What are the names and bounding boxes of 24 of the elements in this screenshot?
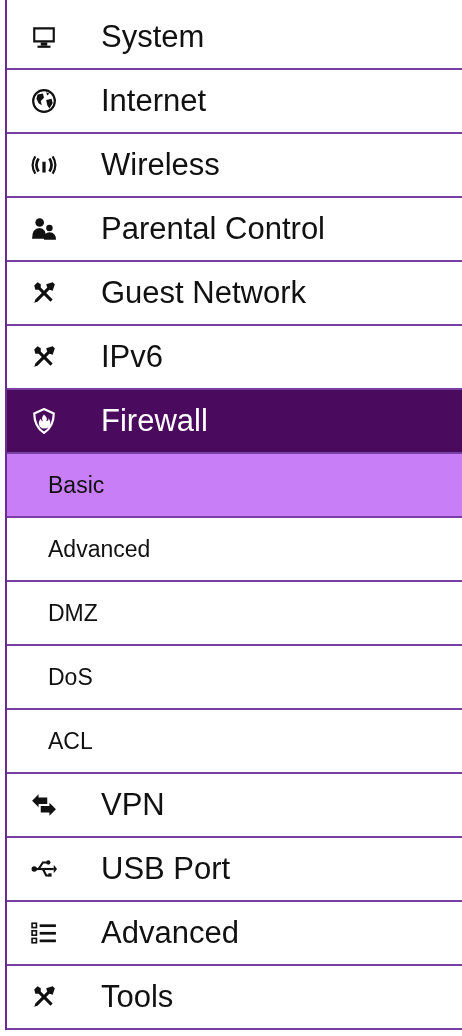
- nav-item[interactable]: Advanced: [7, 902, 462, 966]
- tools-icon: [31, 984, 57, 1010]
- nav-subitem[interactable]: Basic: [7, 454, 462, 518]
- list-icon: [31, 920, 57, 946]
- nav-subitem[interactable]: DMZ: [7, 582, 462, 646]
- swap-arrows-icon: [31, 792, 57, 818]
- nav-item[interactable]: Guest Network: [7, 262, 462, 326]
- tools-icon: [31, 344, 57, 370]
- shield-icon: [31, 408, 57, 434]
- nav-item[interactable]: System: [7, 6, 462, 70]
- nav-item[interactable]: Tools: [7, 966, 462, 1030]
- globe-icon: [31, 88, 57, 114]
- nav-item[interactable]: Wireless: [7, 134, 462, 198]
- monitor-icon: [31, 24, 57, 50]
- nav-item[interactable]: Internet: [7, 70, 462, 134]
- nav-item[interactable]: Parental Control: [7, 198, 462, 262]
- nav-item[interactable]: USB Port: [7, 838, 462, 902]
- nav-subitem[interactable]: DoS: [7, 646, 462, 710]
- users-icon: [31, 216, 57, 242]
- nav-subitem[interactable]: ACL: [7, 710, 462, 774]
- nav-item[interactable]: VPN: [7, 774, 462, 838]
- nav-subitem[interactable]: Advanced: [7, 518, 462, 582]
- nav-item[interactable]: Firewall: [7, 390, 462, 454]
- tools-icon: [31, 280, 57, 306]
